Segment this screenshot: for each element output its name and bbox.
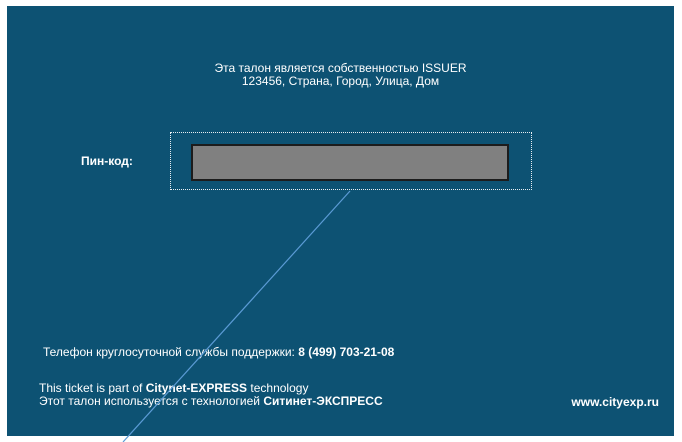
leader-line-segment	[122, 190, 351, 442]
leader-line	[122, 190, 351, 442]
